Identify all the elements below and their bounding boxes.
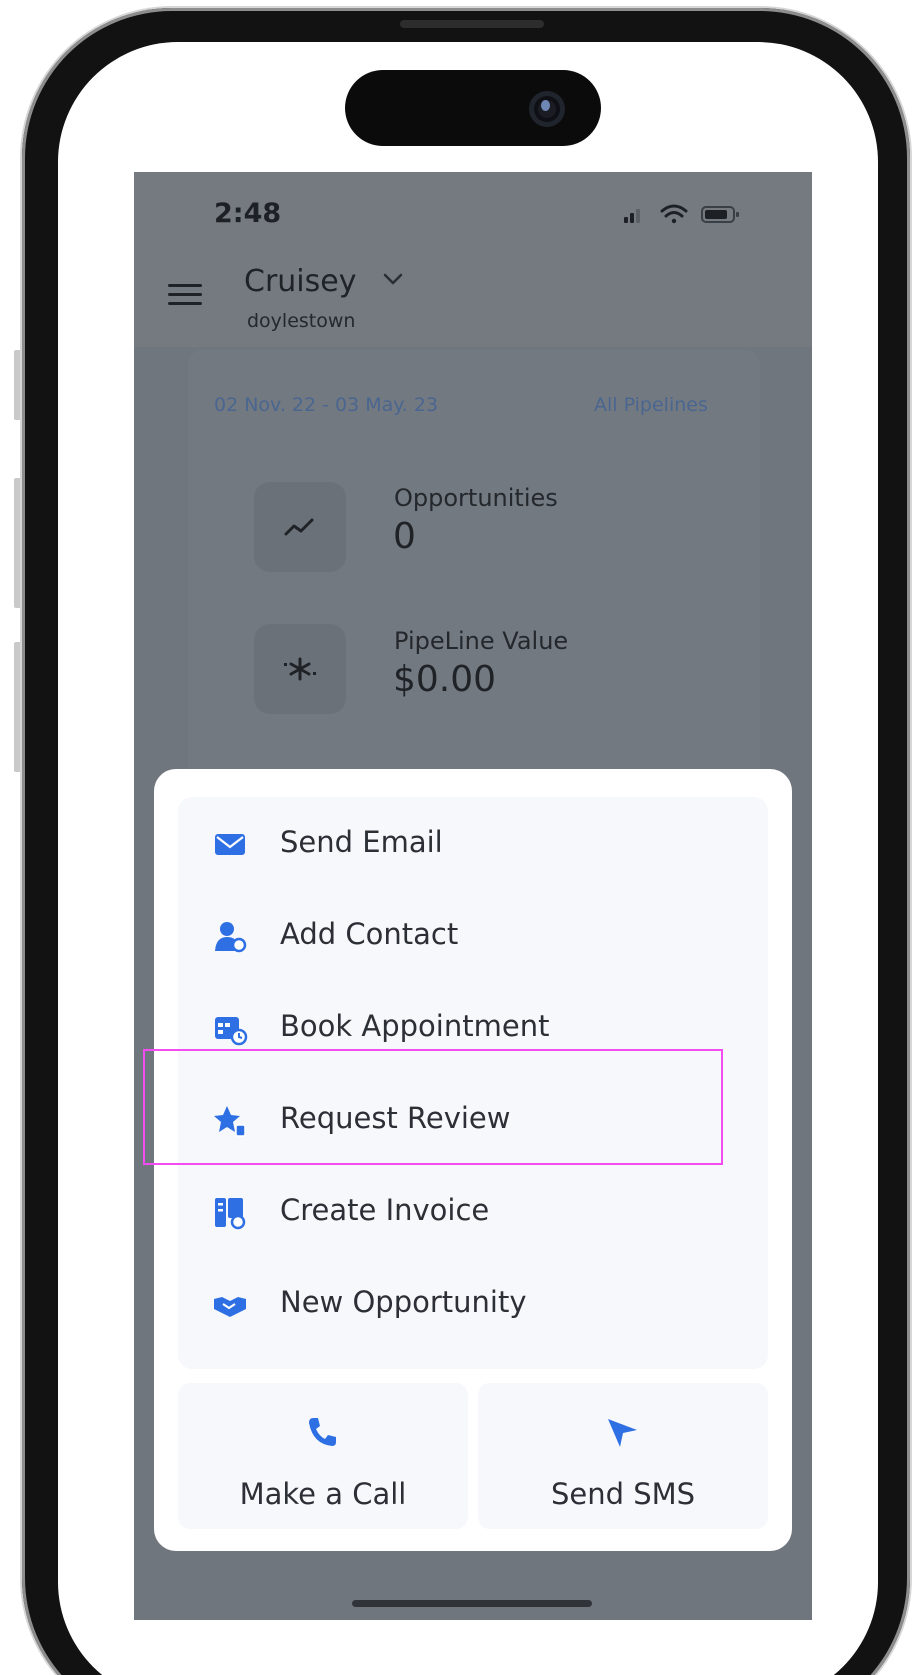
status-time: 2:48 xyxy=(214,198,282,229)
book-appointment-label: Book Appointment xyxy=(280,1009,550,1043)
opportunities-stat-value: 0 xyxy=(393,516,416,557)
send-sms-label: Send SMS xyxy=(550,1477,696,1511)
cellular-signal-icon xyxy=(624,209,640,223)
home-indicator[interactable] xyxy=(352,1600,592,1607)
pipelines-filter-link[interactable]: All Pipelines xyxy=(594,394,708,416)
invoice-icon xyxy=(215,1198,246,1230)
phone-volume-up-button xyxy=(14,478,22,608)
send-email-action[interactable]: Send Email xyxy=(178,797,768,891)
wifi-icon xyxy=(660,204,688,224)
make-call-label: Make a Call xyxy=(239,1477,407,1511)
phone-volume-down-button xyxy=(14,642,22,772)
trend-line-icon xyxy=(284,518,314,536)
calendar-icon xyxy=(215,1017,248,1046)
email-icon xyxy=(215,834,245,855)
phone-speaker xyxy=(400,20,544,28)
phone-action-button xyxy=(14,350,22,420)
send-sms-button[interactable]: Send SMS xyxy=(478,1383,768,1529)
asterisk-value-icon xyxy=(284,657,316,681)
opportunities-stat-icon-box xyxy=(254,482,346,572)
opportunities-stat-label: Opportunities xyxy=(394,484,558,512)
account-location: doylestown xyxy=(247,310,356,332)
new-opportunity-action[interactable]: New Opportunity xyxy=(178,1257,768,1351)
send-icon xyxy=(608,1419,637,1447)
phone-mockup: 2:48 Cruisey doylestown 02 Nov. 22 - 03 … xyxy=(0,0,915,1675)
quick-actions-sheet: Send Email Add Contact Book Appointment … xyxy=(143,769,792,1551)
hamburger-menu-icon[interactable] xyxy=(168,284,202,306)
highlight-box xyxy=(143,1049,723,1165)
add-contact-action[interactable]: Add Contact xyxy=(178,889,768,983)
handshake-icon xyxy=(214,1297,246,1317)
phone-icon xyxy=(309,1418,336,1446)
create-invoice-action[interactable]: Create Invoice xyxy=(178,1165,768,1259)
pipeline-value-stat-icon-box xyxy=(254,624,346,714)
pipeline-value-stat-value: $0.00 xyxy=(393,659,497,700)
front-camera-icon xyxy=(529,91,565,127)
make-call-button[interactable]: Make a Call xyxy=(178,1383,468,1529)
account-switcher-name[interactable]: Cruisey xyxy=(244,264,356,299)
add-contact-label: Add Contact xyxy=(280,917,459,951)
new-opportunity-label: New Opportunity xyxy=(280,1285,527,1319)
app-screen: 2:48 Cruisey doylestown 02 Nov. 22 - 03 … xyxy=(134,172,812,1620)
battery-icon xyxy=(701,206,739,223)
create-invoice-label: Create Invoice xyxy=(280,1193,490,1227)
add-contact-icon xyxy=(215,922,247,953)
status-icons xyxy=(624,204,739,224)
send-email-label: Send Email xyxy=(280,825,443,859)
chevron-down-icon[interactable] xyxy=(382,272,404,286)
pipeline-value-stat-label: PipeLine Value xyxy=(394,627,569,655)
date-range-filter[interactable]: 02 Nov. 22 - 03 May. 23 xyxy=(214,394,438,416)
